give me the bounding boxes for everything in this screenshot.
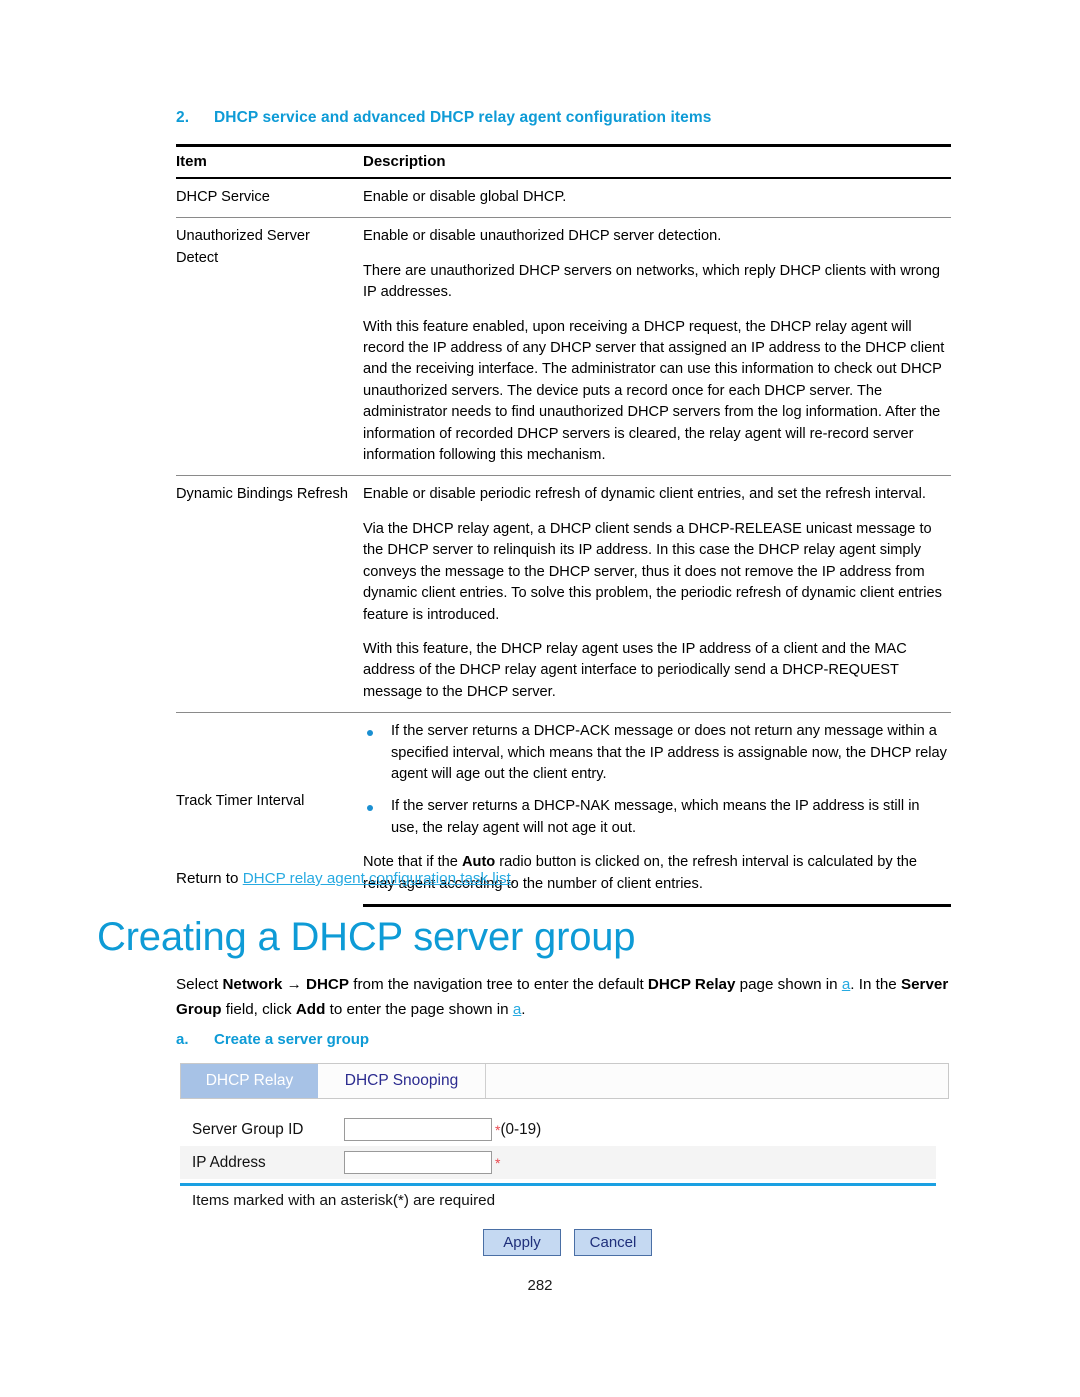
ip-address-label: IP Address — [192, 1153, 266, 1171]
text-fragment: page shown in — [735, 976, 842, 993]
table-caption-number: 2. — [176, 109, 190, 126]
apply-button[interactable]: Apply — [483, 1229, 561, 1256]
page-title: Creating a DHCP server group — [97, 915, 636, 959]
return-prefix: Return to — [176, 870, 243, 887]
paragraph: Enable or disable global DHCP. — [363, 189, 567, 205]
arrow-glyph: → — [282, 976, 306, 993]
table-caption-text: DHCP service and advanced DHCP relay age… — [214, 109, 712, 126]
task-list-link[interactable]: DHCP relay agent configuration task list — [243, 870, 511, 887]
text-fragment: . In the — [850, 976, 901, 993]
list-item: If the server returns a DHCP-NAK message… — [363, 796, 947, 839]
tab-bar-filler — [486, 1064, 948, 1098]
tab-dhcp-relay[interactable]: DHCP Relay — [181, 1064, 318, 1098]
form-button-row: Apply Cancel — [180, 1229, 949, 1256]
column-header-description: Description — [363, 144, 951, 179]
row-item-label: Unauthorized Server Detect — [176, 217, 363, 477]
server-group-id-input[interactable] — [344, 1118, 492, 1141]
text-fragment: to enter the page shown in — [325, 1001, 513, 1018]
figure-ref-link-2[interactable]: a — [513, 1001, 521, 1018]
paragraph: With this feature, the DHCP relay agent … — [363, 640, 907, 700]
field-row-server-group-id: Server Group ID * (0-19) — [180, 1113, 949, 1146]
table-header-row: Item Description — [176, 144, 951, 179]
button-add-ref: Add — [295, 1001, 326, 1018]
server-group-id-range-hint: (0-19) — [500, 1120, 542, 1138]
figure-number: a. — [176, 1031, 189, 1048]
return-to-line: Return to DHCP relay agent configuration… — [176, 868, 515, 890]
text-fragment: . — [521, 1001, 526, 1018]
row-description: Enable or disable periodic refresh of dy… — [363, 475, 951, 714]
figure-ref-link-1[interactable]: a — [842, 976, 850, 993]
ip-address-input[interactable] — [344, 1151, 492, 1174]
tab-dhcp-snooping[interactable]: DHCP Snooping — [318, 1064, 486, 1098]
return-suffix: . — [510, 870, 516, 887]
paragraph: Enable or disable unauthorized DHCP serv… — [363, 228, 722, 245]
row-description: Enable or disable global DHCP. — [363, 178, 951, 219]
table-row: Unauthorized Server Detect Enable or dis… — [176, 217, 951, 477]
list-item: If the server returns a DHCP-ACK message… — [363, 721, 947, 785]
menu-dhcp: DHCP — [306, 976, 350, 993]
server-group-id-label: Server Group ID — [192, 1120, 304, 1138]
tab-label: DHCP Relay — [205, 1072, 294, 1089]
tab-label: DHCP Snooping — [344, 1072, 459, 1089]
document-page: 2. DHCP service and advanced DHCP relay a… — [0, 0, 1080, 1397]
paragraph: With this feature enabled, upon receivin… — [363, 318, 945, 464]
page-dhcp-relay: DHCP Relay — [647, 976, 736, 993]
cancel-button[interactable]: Cancel — [574, 1229, 652, 1256]
paragraph: There are unauthorized DHCP servers on n… — [363, 262, 940, 301]
tab-bar: DHCP Relay DHCP Snooping — [180, 1063, 949, 1099]
row-item-label: Track Timer Interval — [176, 793, 305, 810]
app-screenshot: DHCP Relay DHCP Snooping Server Group ID… — [180, 1063, 949, 1256]
table-row: DHCP Service Enable or disable global DH… — [176, 178, 951, 219]
create-server-group-form: Server Group ID * (0-19) IP Address * It… — [180, 1113, 949, 1256]
figure-caption: a. Create a server group — [176, 1031, 369, 1048]
figure-caption-text: Create a server group — [214, 1031, 370, 1048]
menu-network: Network — [222, 976, 283, 993]
row-item-label: DHCP Service — [176, 178, 363, 219]
text-fragment: from the navigation tree to enter the de… — [349, 976, 648, 993]
table-row: Dynamic Bindings Refresh Enable or disab… — [176, 475, 951, 714]
instructions-paragraph: Select Network → DHCP from the navigatio… — [176, 972, 982, 1022]
required-asterisk: * — [495, 1154, 501, 1171]
paragraph: Enable or disable periodic refresh of dy… — [363, 486, 926, 503]
config-items-table: Item Description DHCP Service Enable or … — [176, 144, 951, 907]
page-number: 282 — [527, 1277, 553, 1294]
table-caption: 2. DHCP service and advanced DHCP relay a… — [176, 109, 976, 127]
text-fragment: Select — [176, 976, 223, 993]
row-description: Enable or disable unauthorized DHCP serv… — [363, 217, 951, 477]
required-fields-note: Items marked with an asterisk(*) are req… — [192, 1192, 496, 1209]
bullet-list: If the server returns a DHCP-ACK message… — [363, 721, 947, 839]
text-fragment: field, click — [221, 1001, 296, 1018]
row-item-label: Dynamic Bindings Refresh — [176, 475, 363, 714]
field-row-ip-address: IP Address * — [180, 1146, 936, 1179]
column-header-item: Item — [176, 144, 363, 179]
paragraph: Via the DHCP relay agent, a DHCP client … — [363, 520, 942, 623]
